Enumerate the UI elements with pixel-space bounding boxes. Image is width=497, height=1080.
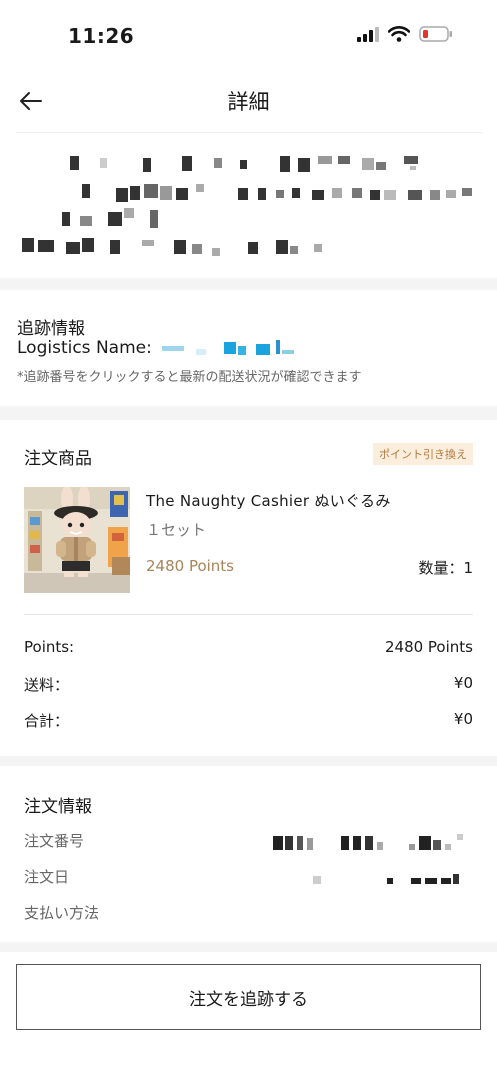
payment-method-label: 支払い方法 <box>24 904 100 922</box>
section-gap <box>0 278 497 290</box>
summary-points-value: 2480 Points <box>384 638 473 656</box>
redacted-order-number <box>273 834 463 850</box>
battery-low-icon <box>419 26 452 42</box>
logistics-row: Logistics Name: <box>17 338 296 358</box>
status-bar: 11:26 <box>0 0 497 70</box>
order-info-title: 注文情報 <box>24 797 92 817</box>
track-order-button[interactable]: 注文を追跡する <box>16 964 481 1030</box>
redacted-logistics-name[interactable] <box>156 340 296 356</box>
product-points: 2480 Points <box>146 557 235 575</box>
section-gap <box>0 406 497 420</box>
plush-toy-image <box>24 487 130 593</box>
status-icons <box>357 26 453 42</box>
tracking-note: *追跡番号をクリックすると最新の配送状況が確認できます <box>17 370 362 385</box>
section-gap <box>0 942 497 952</box>
divider <box>24 614 473 615</box>
tracking-title: 追跡情報 <box>17 319 85 339</box>
redacted-address-pixels <box>22 156 472 256</box>
order-number-label: 注文番号 <box>24 832 85 850</box>
summary-shipping-label: 送料： <box>24 676 70 694</box>
product-quantity: 数量：1 <box>418 559 473 577</box>
nav-bar: 詳細 <box>0 70 497 132</box>
tracking-section: 追跡情報 Logistics Name: *追跡番号をクリックすると最新の配送状… <box>0 290 497 406</box>
product-name[interactable]: The Naughty Cashier ぬいぐるみ <box>146 490 391 511</box>
summary-total-value: ¥0 <box>453 710 473 728</box>
summary-total-label: 合計： <box>24 712 70 730</box>
order-info-section: 注文情報 注文番号 注文日 支払い方法 <box>0 766 497 942</box>
section-gap <box>0 756 497 766</box>
summary-shipping-value: ¥0 <box>453 674 473 692</box>
page-title: 詳細 <box>227 90 270 114</box>
order-date-label: 注文日 <box>24 868 70 886</box>
product-set: １セット <box>146 521 207 539</box>
redacted-order-date <box>313 874 459 884</box>
wifi-icon <box>388 26 410 42</box>
points-exchange-badge: ポイント引き換え <box>373 443 473 465</box>
summary-points-label: Points: <box>24 638 75 656</box>
status-time: 11:26 <box>68 24 135 48</box>
logistics-label: Logistics Name: <box>17 338 152 358</box>
product-image[interactable] <box>24 487 130 593</box>
order-product-section: 注文商品 ポイント引き換え The Naughty Cashier ぬいぐるみ … <box>0 420 497 756</box>
product-section-title: 注文商品 <box>24 449 92 469</box>
signal-icon <box>357 26 379 42</box>
shipping-address-redacted <box>0 132 497 278</box>
